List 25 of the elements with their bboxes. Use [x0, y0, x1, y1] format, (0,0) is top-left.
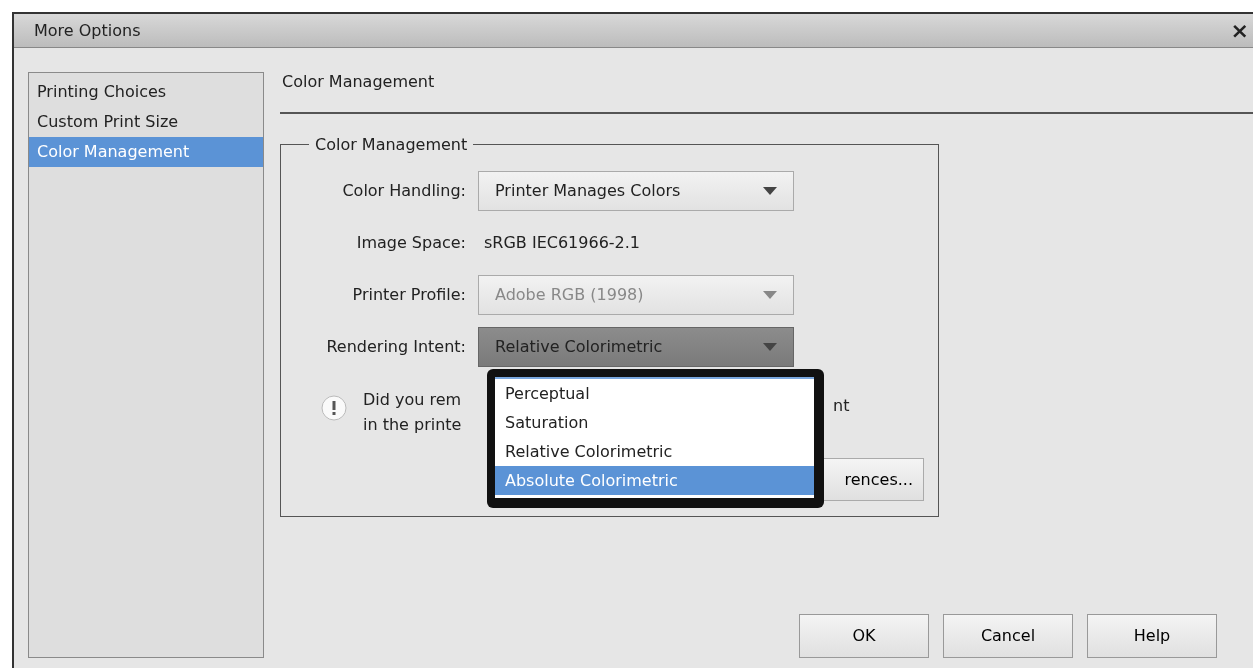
dialog-button[interactable]: OK	[799, 614, 929, 658]
field-label: Rendering Intent:	[325, 336, 467, 358]
notice-text: Did you rem in the printe	[363, 389, 462, 436]
dropdown-option[interactable]: Saturation	[495, 408, 814, 437]
notice-text: nt	[833, 395, 850, 417]
warning-icon	[321, 395, 347, 421]
dialog-button[interactable]: Help	[1087, 614, 1217, 658]
sidebar-item[interactable]: Printing Choices	[29, 77, 263, 107]
dropdown-option[interactable]: Relative Colorimetric	[495, 437, 814, 466]
caret-icon	[763, 343, 777, 351]
panel-title: Color Management	[281, 71, 436, 93]
field-label: Color Handling:	[341, 180, 467, 202]
preferences-button[interactable]: rences...	[821, 458, 924, 501]
dropdown-option[interactable]: Perceptual	[495, 379, 814, 408]
dropdown-field[interactable]: Printer Manages Colors	[478, 171, 794, 211]
caret-icon	[763, 291, 777, 299]
field-label: Image Space:	[355, 232, 467, 254]
caret-icon	[763, 187, 777, 195]
dropdown-field[interactable]: Relative Colorimetric	[478, 327, 794, 367]
field-label: Printer Profile:	[351, 284, 467, 306]
close-button[interactable]: ×	[1230, 19, 1249, 42]
field-value: sRGB IEC61966-2.1	[483, 232, 641, 254]
dialog-button[interactable]: Cancel	[943, 614, 1073, 658]
window-title: More Options	[34, 19, 141, 42]
sidebar-item[interactable]: Custom Print Size	[29, 107, 263, 137]
